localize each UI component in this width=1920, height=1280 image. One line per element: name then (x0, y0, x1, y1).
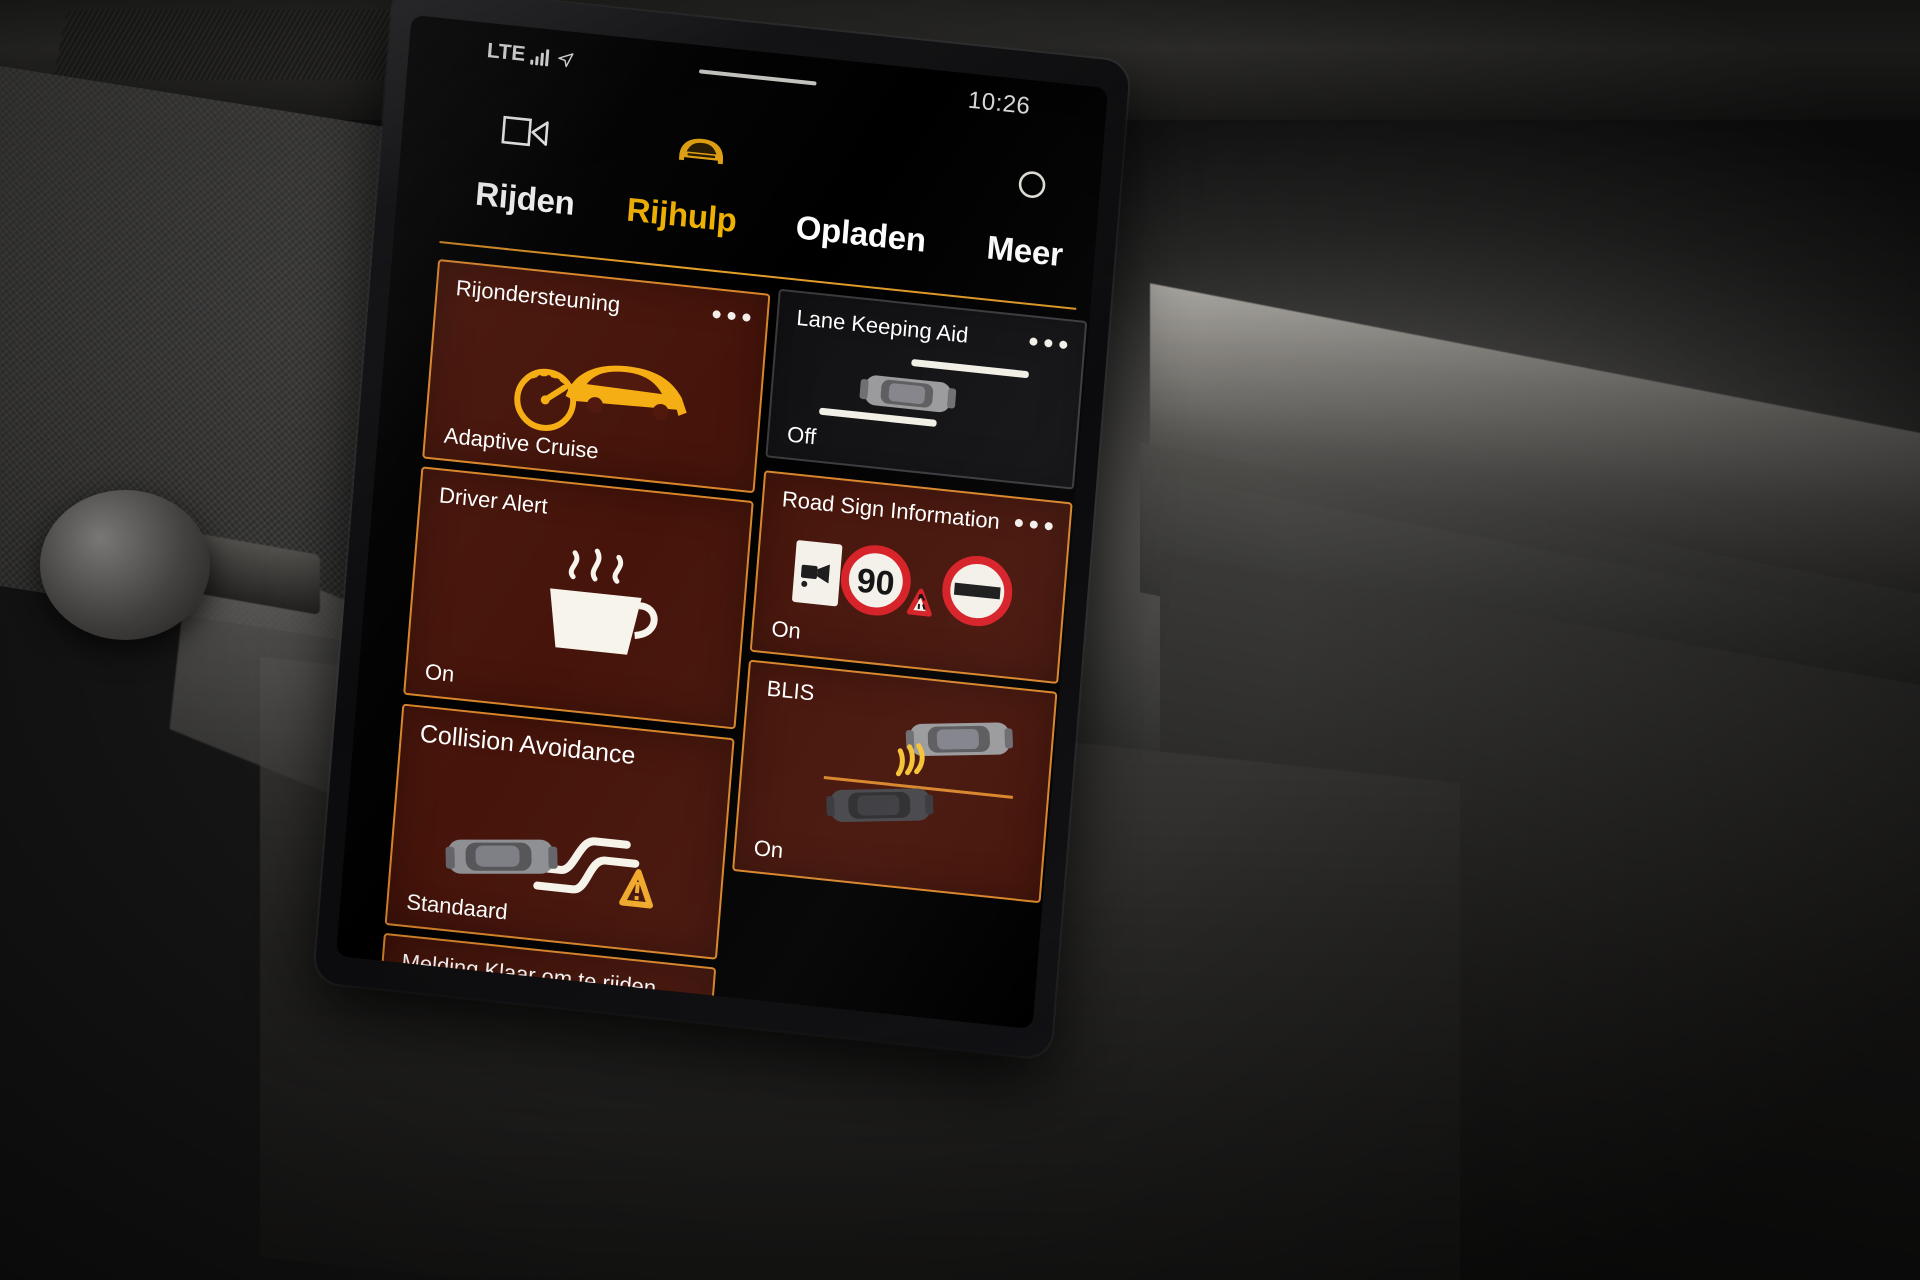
tab-meer[interactable]: Meer (985, 228, 1064, 274)
network-label: LTE (486, 39, 527, 67)
tile-adaptive-cruise[interactable]: Rijondersteuning Adaptive Cruise (422, 258, 771, 494)
clock: 10:26 (966, 86, 1032, 121)
tile-title: Driver Alert (438, 482, 549, 519)
navigation-arrow-icon (557, 53, 574, 68)
display-glass: LTE 10:26 Rijden Rijhulp Opladen Meer Ri… (335, 14, 1109, 1030)
drag-handle[interactable] (698, 69, 817, 86)
profile-circle-icon[interactable] (998, 155, 1066, 214)
camera-icon[interactable] (493, 102, 561, 161)
tile-title: BLIS (765, 675, 816, 706)
more-options-icon[interactable] (712, 309, 751, 322)
more-options-icon[interactable] (1029, 337, 1068, 350)
tab-rijhulp[interactable]: Rijhulp (625, 190, 738, 239)
tile-driver-alert[interactable]: Driver Alert On (403, 466, 754, 730)
tile-state: Off (786, 421, 818, 450)
car-between-lanes-icon (797, 340, 1053, 458)
speed-limit-value: 90 (855, 562, 896, 604)
control-knob[interactable] (40, 490, 210, 640)
tile-state: On (770, 615, 802, 644)
tile-road-sign-information[interactable]: Road Sign Information 90 On (749, 470, 1073, 684)
tile-collision-avoidance[interactable]: Collision Avoidance Standaard (384, 703, 735, 960)
tab-rijden[interactable]: Rijden (474, 175, 576, 223)
status-left-group: LTE (486, 39, 575, 72)
driver-assist-tile-grid: Rijondersteuning Adaptive Cruise Lane Ke… (371, 258, 1088, 1030)
coffee-cup-icon (518, 532, 678, 677)
tile-lane-keeping-aid[interactable]: Lane Keeping Aid Off (765, 288, 1088, 490)
infotainment-display: LTE 10:26 Rijden Rijhulp Opladen Meer Ri… (313, 0, 1131, 1060)
tile-title: Rijondersteuning (454, 275, 622, 318)
tile-title: Road Sign Information (781, 486, 1001, 535)
car-front-icon[interactable] (668, 121, 736, 180)
signal-bars-icon (529, 47, 550, 67)
tile-title: Collision Avoidance (418, 719, 637, 771)
tile-state: On (752, 835, 785, 864)
infotainment-ui: LTE 10:26 Rijden Rijhulp Opladen Meer Ri… (336, 15, 1108, 1030)
tile-blis[interactable]: BLIS On (732, 659, 1058, 904)
tile-state: On (424, 658, 456, 687)
road-signs-icon: 90 (789, 532, 1020, 635)
blind-spot-cars-icon (799, 702, 1039, 866)
tab-opladen[interactable]: Opladen (794, 208, 927, 260)
screenshot-root: LTE 10:26 Rijden Rijhulp Opladen Meer Ri… (0, 0, 1920, 1280)
more-options-icon[interactable] (1014, 518, 1054, 531)
